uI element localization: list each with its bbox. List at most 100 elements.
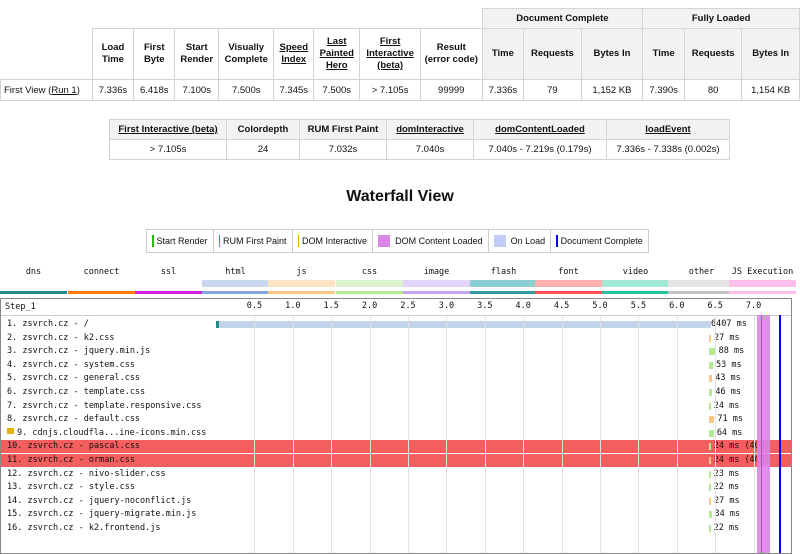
gridline-5: [446, 315, 448, 553]
lock-icon: [7, 427, 14, 434]
legend-label-5: Document Complete: [560, 236, 643, 246]
extra-value-3: 7.040s: [386, 139, 474, 160]
gridline-1: [292, 315, 294, 553]
extra-header-5[interactable]: loadEvent: [606, 119, 730, 140]
request-bar-6: [708, 389, 713, 396]
request-bar-2: [708, 334, 711, 342]
extra-value-5: 7.336s - 7.338s (0.002s): [606, 139, 730, 160]
summary-value-12: 80: [683, 79, 743, 101]
legend-swatch-0: [152, 235, 154, 247]
request-name-7: 7. zsvrch.cz - template.responsive.css: [7, 400, 202, 411]
legend-label-3: DOM Content Loaded: [395, 236, 483, 246]
key-connect: connect: [63, 267, 140, 295]
request-name-14: 14. zsvrch.cz - jquery-noconflict.js: [7, 495, 192, 506]
tick-label-11: 6.0: [669, 301, 685, 311]
request-bar-13: [708, 484, 711, 492]
group-fully-loaded: Fully Loaded: [642, 8, 800, 29]
request-name-8: 8. zsvrch.cz - default.css: [7, 414, 141, 425]
request-name-2: 2. zsvrch.cz - k2.css: [7, 332, 115, 343]
summary-value-8: 7.336s: [481, 79, 525, 101]
request-name-6: 6. zsvrch.cz - template.css: [7, 387, 146, 397]
request-bar-16: [708, 525, 711, 532]
request-time-5: 43 ms: [715, 373, 741, 384]
request-time-7: 24 ms: [713, 400, 740, 411]
request-row-9[interactable]: 9. cdnjs.cloudfla...ine-icons.min.css 64 …: [1, 427, 791, 440]
request-row-15[interactable]: 15. zsvrch.cz - jquery-migrate.min.js 34 …: [1, 508, 791, 521]
gridline-3: [369, 315, 371, 553]
run-1-link[interactable]: Run 1: [51, 85, 76, 96]
summary-header-6[interactable]: First Interactive (beta): [359, 28, 421, 80]
request-row-13[interactable]: 13. zsvrch.cz - style.css 22 ms: [1, 481, 791, 494]
request-row-10[interactable]: 10. zsvrch.cz - pascal.css 24 ms (404): [1, 440, 791, 454]
gridline-6: [484, 315, 486, 553]
request-row-8[interactable]: 8. zsvrch.cz - default.css 71 ms: [1, 413, 791, 426]
timeline-header: Step_1 0.5 1.0 1.5 2.0 2.5 3.0 3.5 4.0 4.5 5.0 5.5…: [1, 299, 791, 316]
gridline-10: [638, 315, 640, 553]
request-time-13: 22 ms: [713, 482, 740, 493]
request-row-12[interactable]: 12. zsvrch.cz - nivo-slider.css 23 ms: [1, 468, 791, 481]
request-name-4: 4. zsvrch.cz - system.css: [7, 359, 135, 370]
summary-value-11: 7.390s: [642, 79, 685, 101]
legend-label-1: RUM First Paint: [223, 236, 287, 246]
extra-value-4: 7.040s - 7.219s (0.179s): [473, 139, 607, 160]
request-bar-9: [708, 429, 714, 437]
request-time-4: 53 ms: [715, 359, 742, 370]
request-row-14[interactable]: 14. zsvrch.cz - jquery-noconflict.js 27 m…: [1, 495, 791, 508]
summary-value-6: > 7.105s: [359, 79, 421, 101]
extra-value-0: > 7.105s: [109, 139, 227, 160]
key-label-2: ssl: [160, 267, 177, 277]
request-row-6[interactable]: 6. zsvrch.cz - template.css 46 ms: [1, 386, 791, 399]
request-row-16[interactable]: 16. zsvrch.cz - k2.frontend.js 22 ms: [1, 522, 791, 535]
request-row-3[interactable]: 3. zsvrch.cz - jquery.min.js 88 ms: [1, 345, 791, 358]
legend-swatch-5: [556, 235, 558, 247]
legend-item-0: Start Render: [147, 230, 214, 252]
legend-swatch-4: [493, 235, 506, 247]
request-bar-10: [708, 443, 711, 451]
gridline-9: [600, 315, 601, 553]
summary-header-10: Bytes In: [580, 28, 644, 80]
request-name-12: 12. zsvrch.cz - nivo-slider.css: [7, 468, 166, 479]
summary-value-1: 6.418s: [133, 79, 176, 101]
tick-label-5: 3.0: [438, 301, 455, 311]
extra-header-0[interactable]: First Interactive (beta): [109, 119, 227, 140]
summary-header-5[interactable]: Last Painted Hero: [313, 28, 361, 80]
waterfall-legend: Start Render RUM First Paint DOM Interacti…: [146, 229, 649, 253]
extra-header-3[interactable]: domInteractive: [386, 119, 474, 140]
key-label-5: css: [361, 267, 378, 277]
summary-header-2: Start Render: [174, 28, 220, 80]
request-row-1[interactable]: 1. zsvrch.cz - / 6407 ms: [1, 318, 791, 331]
request-row-4[interactable]: 4. zsvrch.cz - system.css 53 ms: [1, 359, 791, 372]
summary-value-9: 79: [523, 79, 582, 101]
request-row-11[interactable]: 11. zsvrch.cz - orman.css 24 ms (404): [1, 454, 791, 467]
legend-item-5: Document Complete: [551, 230, 648, 252]
waterfall-title: Waterfall View: [346, 188, 454, 205]
summary-header-7: Result (error code): [419, 28, 483, 80]
request-time-1: 6407 ms: [711, 319, 747, 329]
summary-header-8: Time: [481, 28, 525, 80]
request-time-9: 64 ms: [716, 427, 743, 438]
request-name-16: 16. zsvrch.cz - k2.frontend.js: [7, 523, 161, 533]
request-bar-8: [708, 416, 715, 424]
tick-label-4: 2.5: [400, 301, 416, 311]
request-bar-12: [708, 470, 711, 478]
request-row-5[interactable]: 5. zsvrch.cz - general.css 43 ms: [1, 372, 791, 385]
summary-header-3: Visually Complete: [218, 28, 275, 80]
legend-item-4: On Load: [489, 230, 552, 252]
tick-label-2: 1.5: [323, 301, 339, 311]
summary-value-10: 1,152 KB: [580, 79, 644, 101]
key-css: css: [331, 267, 408, 295]
group-document-complete: Document Complete: [481, 8, 644, 29]
request-row-2[interactable]: 2. zsvrch.cz - k2.css 27 ms: [1, 332, 791, 345]
request-bar-4: [708, 361, 713, 369]
tick-label-9: 5.0: [592, 301, 608, 311]
request-name-13: 13. zsvrch.cz - style.css: [7, 482, 135, 493]
extra-header-4[interactable]: domContentLoaded: [473, 119, 607, 140]
extra-value-1: 24: [226, 139, 300, 160]
gridline-0: [254, 315, 256, 553]
key-js-execution: JS Execution: [724, 267, 800, 295]
extra-metrics-table: First Interactive (beta) Colordepth RUM Fi…: [109, 119, 730, 160]
request-row-7[interactable]: 7. zsvrch.cz - template.responsive.css 24…: [1, 400, 791, 413]
summary-header-4[interactable]: Speed Index: [273, 28, 315, 80]
key-label-6: image: [423, 267, 450, 277]
summary-header-13: Bytes In: [741, 28, 800, 80]
